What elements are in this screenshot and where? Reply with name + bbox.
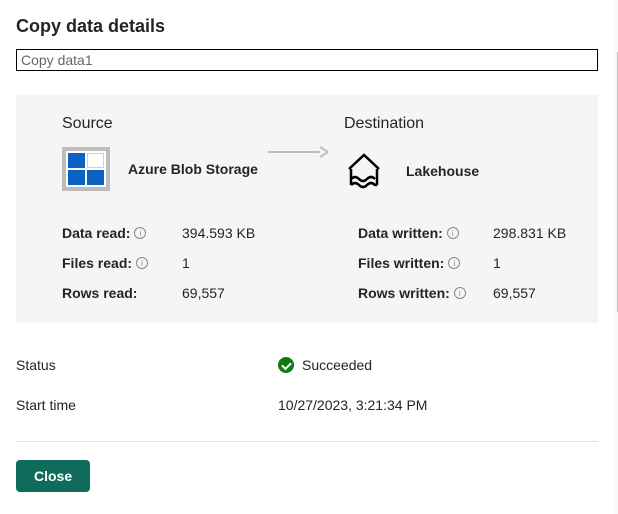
status-row: Status Succeeded bbox=[16, 347, 598, 383]
data-written-label: Data written: bbox=[358, 225, 493, 241]
data-read-value: 394.593 KB bbox=[182, 225, 255, 241]
source-stats: Data read: 394.593 KB Files read: 1 Rows… bbox=[62, 225, 358, 301]
info-icon[interactable] bbox=[136, 257, 148, 269]
lakehouse-icon bbox=[340, 147, 388, 195]
source-column: Source Azure Blob Storage bbox=[62, 115, 278, 191]
source-connector-name: Azure Blob Storage bbox=[128, 161, 258, 177]
destination-column: Destination Lakehouse bbox=[344, 115, 479, 195]
start-time-value: 10/27/2023, 3:21:34 PM bbox=[278, 397, 427, 413]
files-written-label: Files written: bbox=[358, 255, 493, 271]
files-read-value: 1 bbox=[182, 255, 190, 271]
data-read-row: Data read: 394.593 KB bbox=[62, 225, 358, 241]
status-label: Status bbox=[16, 357, 278, 373]
info-icon[interactable] bbox=[447, 227, 459, 239]
rows-read-value: 69,557 bbox=[182, 285, 225, 301]
dialog-title: Copy data details bbox=[16, 16, 598, 37]
start-time-label: Start time bbox=[16, 397, 278, 413]
destination-connector: Lakehouse bbox=[344, 147, 479, 195]
destination-connector-name: Lakehouse bbox=[406, 163, 479, 179]
close-button[interactable]: Close bbox=[16, 460, 90, 492]
meta-section: Status Succeeded Start time 10/27/2023, … bbox=[16, 347, 598, 423]
success-icon bbox=[278, 357, 294, 373]
data-read-label: Data read: bbox=[62, 225, 182, 241]
vertical-scrollbar[interactable] bbox=[614, 0, 618, 514]
rows-written-value: 69,557 bbox=[493, 285, 536, 301]
source-destination-row: Source Azure Blob Storage Des bbox=[62, 115, 574, 195]
files-written-row: Files written: 1 bbox=[358, 255, 566, 271]
dialog-content: Copy data details Copy data1 Source Azur… bbox=[0, 0, 614, 514]
source-label: Source bbox=[62, 115, 278, 133]
rows-read-row: Rows read: 69,557 bbox=[62, 285, 358, 301]
rows-written-row: Rows written: 69,557 bbox=[358, 285, 566, 301]
status-value: Succeeded bbox=[278, 357, 372, 373]
start-time-row: Start time 10/27/2023, 3:21:34 PM bbox=[16, 387, 598, 423]
info-icon[interactable] bbox=[454, 287, 466, 299]
source-connector: Azure Blob Storage bbox=[62, 147, 278, 191]
divider bbox=[16, 441, 598, 442]
azure-blob-storage-icon bbox=[62, 147, 110, 191]
info-icon[interactable] bbox=[448, 257, 460, 269]
data-written-row: Data written: 298.831 KB bbox=[358, 225, 566, 241]
rows-read-label: Rows read: bbox=[62, 285, 182, 301]
files-read-label: Files read: bbox=[62, 255, 182, 271]
destination-label: Destination bbox=[344, 115, 479, 133]
files-read-row: Files read: 1 bbox=[62, 255, 358, 271]
destination-stats: Data written: 298.831 KB Files written: … bbox=[358, 225, 566, 301]
rows-written-label: Rows written: bbox=[358, 285, 493, 301]
arrow-icon bbox=[268, 145, 328, 161]
statistics-row: Data read: 394.593 KB Files read: 1 Rows… bbox=[62, 225, 574, 301]
data-written-value: 298.831 KB bbox=[493, 225, 566, 241]
files-written-value: 1 bbox=[493, 255, 501, 271]
activity-name-field[interactable]: Copy data1 bbox=[16, 49, 598, 71]
details-panel: Source Azure Blob Storage Des bbox=[16, 95, 598, 323]
info-icon[interactable] bbox=[134, 227, 146, 239]
copy-data-details-dialog: Copy data details Copy data1 Source Azur… bbox=[0, 0, 618, 514]
